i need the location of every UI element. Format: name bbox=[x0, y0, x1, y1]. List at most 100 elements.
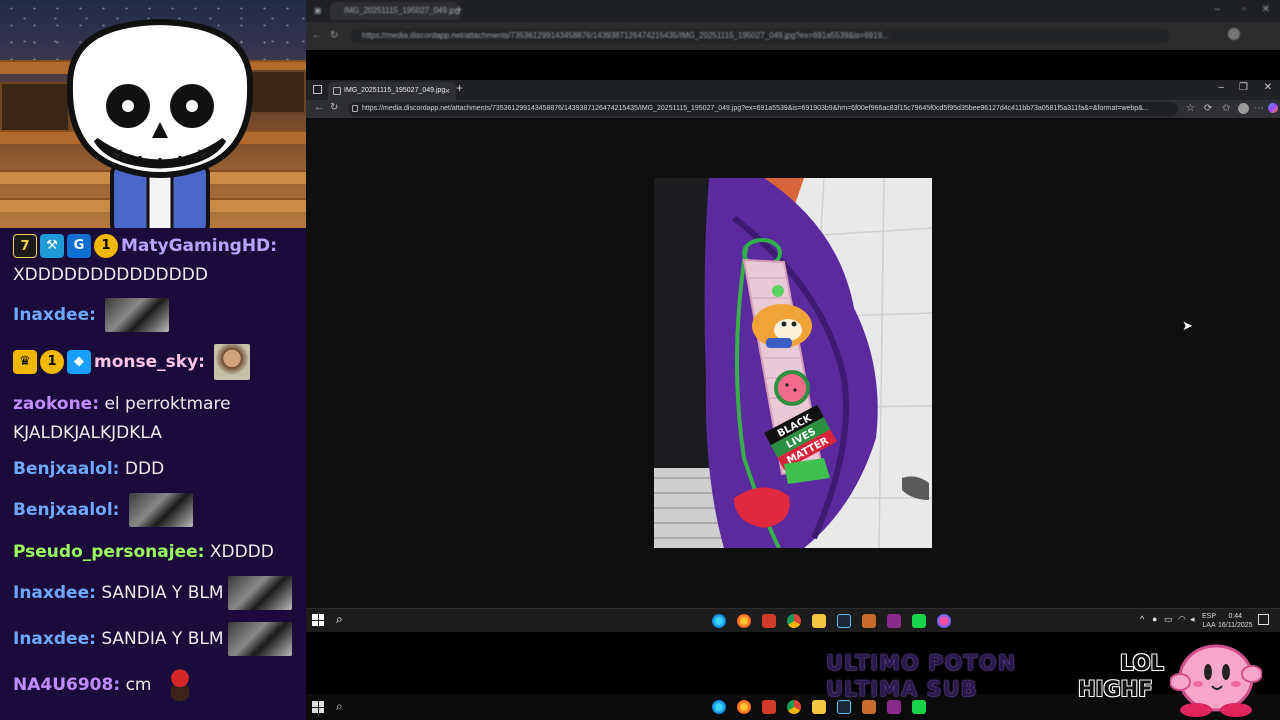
chat-message: zaokone: el perroktmare KJALDKJALKJDKLA bbox=[13, 394, 231, 443]
outer-minimize-icon[interactable]: – bbox=[1214, 4, 1220, 15]
steam-icon[interactable] bbox=[837, 614, 851, 628]
steam-icon[interactable] bbox=[837, 700, 851, 714]
blurred-emote-icon bbox=[227, 622, 292, 656]
chat-message: 7 ⚒ G 1 MatyGamingHD: XDDDDDDDDDDDDDD bbox=[13, 234, 277, 285]
chat-message: Pseudo_personajee: XDDDD bbox=[13, 542, 274, 562]
lol-line-1: LOL bbox=[1120, 651, 1164, 675]
chat-text: XDDDDDDDDDDDDDD bbox=[13, 265, 208, 285]
app-red-icon[interactable] bbox=[762, 700, 776, 714]
chat-username[interactable]: monse_sky bbox=[94, 352, 198, 372]
chat-username[interactable]: Benjxaalol bbox=[13, 459, 113, 479]
chat-text: SANDIA Y BLM bbox=[101, 583, 224, 603]
stream-frame: 7 ⚒ G 1 MatyGamingHD: XDDDDDDDDDDDDDD Inaxde… bbox=[0, 0, 1280, 720]
app-orange-icon[interactable] bbox=[862, 700, 876, 714]
windows-icon[interactable] bbox=[312, 701, 324, 713]
window-menu-icon[interactable] bbox=[313, 85, 322, 94]
chrome-icon[interactable] bbox=[787, 614, 801, 628]
outer-url[interactable]: https://media.discordapp.net/attachments… bbox=[350, 29, 1170, 43]
app-red-icon[interactable] bbox=[762, 614, 776, 628]
browser-tabbar: IMG_20251115_195027_049.jpg × + – ❐ ✕ bbox=[306, 80, 1280, 100]
watermelon-patch bbox=[774, 370, 810, 406]
search-icon[interactable]: ⌕ bbox=[336, 612, 343, 627]
outer-new-tab-button[interactable]: + bbox=[456, 4, 462, 16]
browser-tab[interactable]: IMG_20251115_195027_049.jpg × bbox=[328, 82, 456, 100]
folder-icon[interactable] bbox=[812, 700, 826, 714]
search-icon[interactable]: ⌕ bbox=[336, 699, 343, 714]
chat-username[interactable]: NA4U6908 bbox=[13, 675, 113, 695]
sans-skeleton-avatar bbox=[66, 18, 254, 228]
outer-tab[interactable]: IMG_20251115_195027_049.jpg bbox=[330, 2, 460, 20]
photo-bag-keychain[interactable]: BLACK LIVES MATTER bbox=[654, 178, 932, 548]
profile-avatar[interactable] bbox=[1238, 103, 1249, 114]
outer-browser-tabbar: ▣ IMG_20251115_195027_049.jpg + – ▫ ✕ bbox=[306, 0, 1280, 22]
app-purple-icon[interactable] bbox=[887, 614, 901, 628]
chat-username[interactable]: zaokone bbox=[13, 394, 92, 414]
outer-close-icon[interactable]: ✕ bbox=[1262, 4, 1270, 15]
chat-message: Inaxdee: bbox=[13, 298, 303, 332]
chat-username[interactable]: Inaxdee bbox=[13, 583, 89, 603]
outer-refresh-icon[interactable]: ↻ bbox=[330, 30, 338, 41]
clock[interactable]: 0:44 16/11/2025 bbox=[1218, 612, 1253, 630]
sub-one-badge-icon: 1 bbox=[94, 234, 118, 258]
back-icon[interactable]: ← bbox=[314, 102, 324, 114]
outer-back-icon[interactable]: ← bbox=[312, 30, 322, 41]
extensions-icon[interactable]: ⟳ bbox=[1204, 103, 1212, 115]
more-menu-icon[interactable]: ⋯ bbox=[1254, 103, 1264, 115]
language-indicator[interactable]: ESP LAA bbox=[1202, 612, 1216, 630]
firefox-icon[interactable] bbox=[737, 614, 751, 628]
chat-message: NA4U6908: cm bbox=[13, 668, 303, 702]
network-icon[interactable]: ▭ bbox=[1164, 615, 1173, 624]
hammer-badge-icon: ⚒ bbox=[40, 234, 64, 258]
app-purple-icon[interactable] bbox=[887, 700, 901, 714]
chat-username[interactable]: Inaxdee bbox=[13, 305, 89, 325]
chat-text: XDDDD bbox=[209, 542, 274, 562]
app-pink-icon[interactable] bbox=[937, 614, 951, 628]
favorite-star-icon[interactable]: ☆ bbox=[1186, 103, 1195, 115]
chrome-icon[interactable] bbox=[787, 700, 801, 714]
refresh-icon[interactable]: ↻ bbox=[330, 102, 338, 114]
mic-icon[interactable]: ● bbox=[1152, 615, 1157, 624]
chat-username[interactable]: MatyGamingHD bbox=[121, 236, 270, 256]
chat-text: cm bbox=[125, 675, 152, 695]
windows-icon[interactable] bbox=[312, 614, 324, 626]
edge-icon[interactable] bbox=[712, 614, 726, 628]
wifi-icon[interactable]: ◠ bbox=[1178, 615, 1186, 624]
site-info-icon[interactable] bbox=[352, 105, 358, 112]
tab-favicon-icon bbox=[333, 87, 341, 95]
minimize-icon[interactable]: – bbox=[1218, 82, 1224, 93]
copilot-icon[interactable] bbox=[1268, 103, 1278, 113]
app-green-icon[interactable] bbox=[912, 614, 926, 628]
taskbar: ⌕ ^ ● ▭ ◠ ◂ ESP LAA 0:44 16/11/2025 bbox=[306, 608, 1280, 632]
chat-message: ♛ 1 ◆ monse_sky: bbox=[13, 344, 303, 380]
close-tab-icon[interactable]: × bbox=[445, 82, 450, 100]
new-tab-button[interactable]: + bbox=[456, 81, 463, 95]
sub-one-badge-icon: 1 bbox=[40, 350, 64, 374]
close-window-icon[interactable]: ✕ bbox=[1264, 82, 1272, 93]
maximize-icon[interactable]: ❐ bbox=[1239, 82, 1248, 93]
outer-profile-icon[interactable] bbox=[1228, 28, 1240, 40]
notifications-icon[interactable] bbox=[1258, 614, 1269, 625]
chat-username[interactable]: Pseudo_personajee bbox=[13, 542, 198, 562]
edge-icon[interactable] bbox=[712, 700, 726, 714]
cube-badge-icon: ◆ bbox=[67, 350, 91, 374]
chat-username[interactable]: Benjxaalol bbox=[13, 500, 113, 520]
favorites-icon[interactable]: ✩ bbox=[1222, 103, 1230, 115]
outer-maximize-icon[interactable]: ▫ bbox=[1242, 4, 1246, 15]
blurred-emote-icon bbox=[227, 576, 292, 610]
image-viewer: BLACK LIVES MATTER ➤ bbox=[306, 118, 1280, 608]
chat-panel: 7 ⚒ G 1 MatyGamingHD: XDDDDDDDDDDDDDD Inaxde… bbox=[0, 228, 306, 720]
outer-address-bar: ← ↻ https://media.discordapp.net/attachm… bbox=[306, 22, 1280, 50]
chat-username[interactable]: Inaxdee bbox=[13, 629, 89, 649]
app-green-icon[interactable] bbox=[912, 700, 926, 714]
photo-illustration: BLACK LIVES MATTER bbox=[654, 178, 932, 548]
volume-icon[interactable]: ◂ bbox=[1190, 615, 1195, 624]
url-input[interactable]: https://media.discordapp.net/attachments… bbox=[348, 102, 1178, 116]
folder-icon[interactable] bbox=[812, 614, 826, 628]
tray-chevron-icon[interactable]: ^ bbox=[1140, 615, 1144, 624]
firefox-icon[interactable] bbox=[737, 700, 751, 714]
chat-message: Benjxaalol: DDD bbox=[13, 459, 165, 479]
gg-badge-icon: G bbox=[67, 234, 91, 258]
mouse-cursor-icon: ➤ bbox=[1182, 318, 1193, 333]
overlay-line-1: ULTIMO POTON bbox=[826, 651, 1017, 675]
app-orange-icon[interactable] bbox=[862, 614, 876, 628]
